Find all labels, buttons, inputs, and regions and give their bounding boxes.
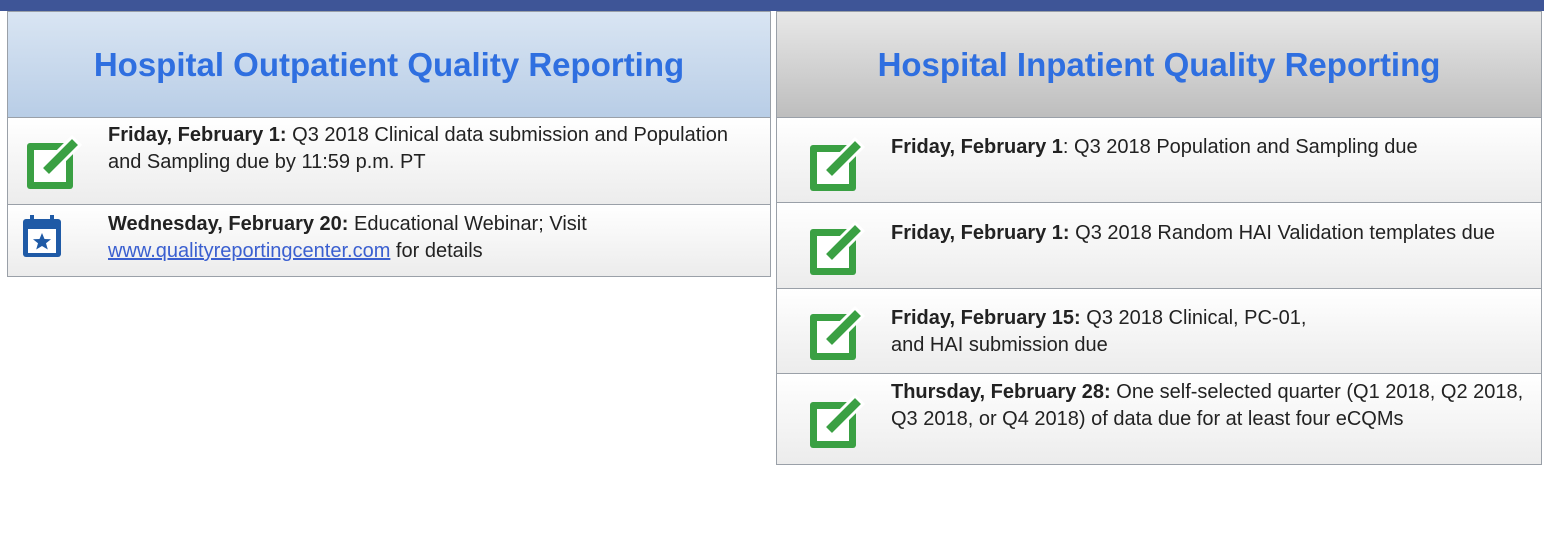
item-date: Friday, February 1:: [108, 124, 287, 146]
item-description-suffix: for details: [395, 240, 483, 262]
item-date: Wednesday, February 20:: [108, 213, 349, 235]
edit-icon: [807, 392, 877, 457]
item-description: Q3 2018 Random HAI Validation templates …: [1075, 222, 1496, 244]
outpatient-header: Hospital Outpatient Quality Reporting: [7, 11, 771, 118]
inpatient-item-3: Friday, February 15: Q3 2018 Clinical, P…: [776, 288, 1542, 374]
outpatient-item-1-text: Friday, February 1: Q3 2018 Clinical dat…: [108, 122, 728, 176]
inpatient-column: Hospital Inpatient Quality Reporting Fri…: [776, 11, 1542, 465]
calendar-icon: [21, 213, 63, 264]
outpatient-item-2: Wednesday, February 20: Educational Webi…: [7, 204, 771, 277]
inpatient-item-2-text: Friday, February 1: Q3 2018 Random HAI V…: [891, 220, 1531, 247]
top-banner: [0, 0, 1544, 11]
inpatient-header: Hospital Inpatient Quality Reporting: [776, 11, 1542, 118]
item-date: Thursday, February 28:: [891, 381, 1111, 403]
inpatient-item-4-text: Thursday, February 28: One self-selected…: [891, 379, 1531, 433]
inpatient-item-4: Thursday, February 28: One self-selected…: [776, 373, 1542, 465]
edit-icon: [24, 133, 94, 198]
edit-icon: [807, 219, 877, 284]
item-description: Educational Webinar; Visit: [354, 213, 587, 235]
inpatient-item-1: Friday, February 1: Q3 2018 Population a…: [776, 117, 1542, 203]
edit-icon: [807, 135, 877, 200]
item-date: Friday, February 1: [891, 136, 1063, 158]
outpatient-item-1: Friday, February 1: Q3 2018 Clinical dat…: [7, 117, 771, 205]
inpatient-item-3-text: Friday, February 15: Q3 2018 Clinical, P…: [891, 305, 1311, 359]
outpatient-item-2-text: Wednesday, February 20: Educational Webi…: [108, 211, 758, 265]
edit-icon: [807, 304, 877, 369]
inpatient-item-1-text: Friday, February 1: Q3 2018 Population a…: [891, 134, 1451, 161]
quality-reporting-link[interactable]: www.qualityreportingcenter.com: [108, 240, 390, 262]
item-date: Friday, February 15:: [891, 307, 1081, 329]
item-date: Friday, February 1:: [891, 222, 1070, 244]
inpatient-item-2: Friday, February 1: Q3 2018 Random HAI V…: [776, 202, 1542, 289]
item-description: : Q3 2018 Population and Sampling due: [1062, 136, 1418, 158]
outpatient-column: Hospital Outpatient Quality Reporting Fr…: [7, 11, 771, 277]
